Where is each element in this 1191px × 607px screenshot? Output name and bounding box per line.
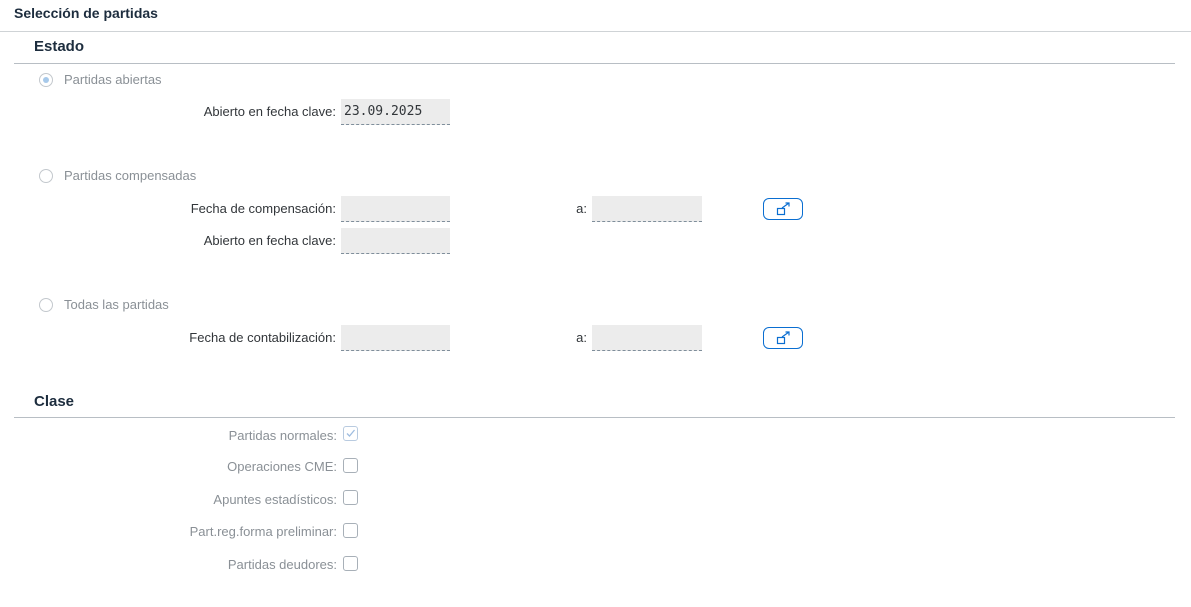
section-divider-estado (14, 63, 1175, 64)
checkbox-parked-items-label: Part.reg.forma preliminar: (189, 524, 337, 539)
radio-all-items-label: Todas las partidas (64, 297, 169, 312)
checkbox-cme-operations-label: Operaciones CME: (227, 459, 337, 474)
checkbox-normal-items[interactable] (343, 426, 358, 441)
open-key-date-label: Abierto en fecha clave: (203, 104, 336, 119)
radio-open-items-label: Partidas abiertas (64, 72, 162, 87)
radio-all-items[interactable] (39, 298, 53, 312)
checkmark-icon (346, 429, 355, 437)
radio-cleared-items[interactable] (39, 169, 53, 183)
title-divider (0, 31, 1191, 32)
checkbox-debtor-items[interactable] (343, 556, 358, 571)
posting-date-to-label: a: (576, 330, 587, 345)
checkbox-debtor-items-label: Partidas deudores: (227, 557, 337, 572)
multiple-selection-icon (776, 202, 790, 216)
cleared-key-date-input[interactable] (341, 228, 450, 254)
clearing-date-from-input[interactable] (341, 196, 450, 222)
page-title: Selección de partidas (14, 5, 158, 21)
open-key-date-input[interactable]: 23.09.2025 (341, 99, 450, 125)
posting-date-to-input[interactable] (592, 325, 702, 351)
section-divider-clase (14, 417, 1175, 418)
section-title-clase: Clase (34, 393, 75, 410)
radio-open-items[interactable] (39, 73, 53, 87)
posting-date-from-input[interactable] (341, 325, 450, 351)
posting-date-multiple-selection-button[interactable] (763, 327, 803, 349)
multiple-selection-icon (776, 331, 790, 345)
section-title-estado: Estado (34, 38, 85, 55)
posting-date-label: Fecha de contabilización: (189, 330, 336, 345)
radio-cleared-items-label: Partidas compensadas (64, 168, 197, 183)
clearing-date-to-input[interactable] (592, 196, 702, 222)
clearing-date-multiple-selection-button[interactable] (763, 198, 803, 220)
cleared-key-date-label: Abierto en fecha clave: (203, 233, 336, 248)
checkbox-normal-items-label: Partidas normales: (228, 428, 337, 443)
checkbox-statistical-entries-label: Apuntes estadísticos: (213, 492, 337, 507)
checkbox-statistical-entries[interactable] (343, 490, 358, 505)
checkbox-parked-items[interactable] (343, 523, 358, 538)
clearing-date-to-label: a: (576, 201, 587, 216)
checkbox-cme-operations[interactable] (343, 458, 358, 473)
clearing-date-label: Fecha de compensación: (190, 201, 336, 216)
